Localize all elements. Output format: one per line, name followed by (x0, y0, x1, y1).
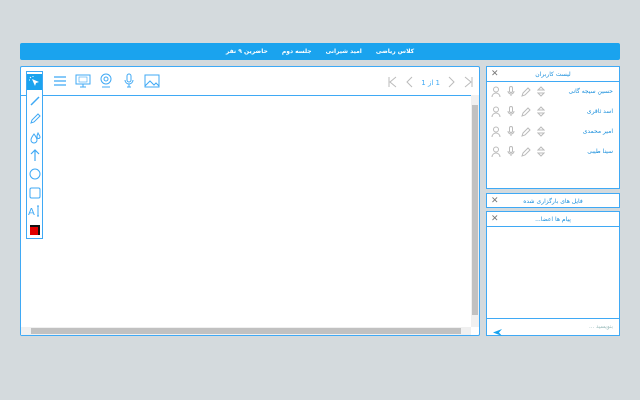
chat-panel-title: پیام ها اعضا... (535, 215, 571, 223)
prev-page-icon[interactable] (405, 73, 413, 92)
screen-share-icon[interactable] (74, 72, 91, 89)
pointer-tool-icon[interactable] (27, 74, 42, 91)
user-avatar-icon[interactable] (491, 146, 501, 157)
chat-panel-header: ✕ پیام ها اعضا... (487, 212, 619, 227)
pencil-tool-icon[interactable] (27, 111, 42, 127)
user-list: حسین سیجه گانی اسد ثاقری امیر محمدی سینا طی… (487, 82, 619, 162)
chat-input[interactable]: بنویسید ... (487, 318, 619, 336)
next-page-icon[interactable] (448, 73, 456, 92)
users-panel-header: ✕ لیست کاربران (487, 67, 619, 82)
pen-tool-icon[interactable] (27, 92, 42, 108)
user-name: امیر محمدی (582, 128, 613, 135)
circle-tool-icon[interactable] (27, 166, 42, 182)
user-pen-icon[interactable] (521, 86, 531, 97)
vertical-scroll-thumb[interactable] (472, 105, 478, 315)
text-tool-icon[interactable]: A (27, 203, 42, 219)
send-icon[interactable] (492, 322, 503, 341)
users-panel: ✕ لیست کاربران حسین سیجه گانی اسد ثاقری ام… (486, 66, 620, 189)
user-microphone-icon[interactable] (506, 126, 516, 137)
class-title: کلاس ریاضی (375, 48, 415, 55)
user-avatar-icon[interactable] (491, 106, 501, 117)
user-avatar-icon[interactable] (491, 86, 501, 97)
first-page-icon[interactable] (387, 73, 397, 92)
microphone-icon[interactable] (120, 72, 137, 89)
user-name: سینا طیبی (587, 148, 613, 155)
menu-icon[interactable] (51, 72, 68, 89)
attendance-count: حاضرین ۹ نفر (225, 48, 268, 55)
chat-messages (487, 227, 619, 319)
color-picker-icon[interactable] (27, 222, 42, 238)
user-move-icon[interactable] (536, 106, 546, 117)
vertical-scrollbar[interactable] (471, 95, 479, 327)
page-navigator: 1 از 1 (387, 73, 474, 92)
rectangle-tool-icon[interactable] (27, 185, 42, 201)
users-panel-title: لیست کاربران (535, 70, 571, 78)
user-microphone-icon[interactable] (506, 146, 516, 157)
webcam-icon[interactable] (97, 72, 114, 89)
drawing-tools: A (26, 71, 43, 239)
user-name: اسد ثاقری (586, 108, 613, 115)
board-toolbar: 1 از 1 (21, 67, 479, 96)
horizontal-scrollbar[interactable] (21, 327, 471, 335)
uploaded-files-panel: ✕ فایل های بارگزاری شده (486, 193, 620, 208)
user-avatar-icon[interactable] (491, 126, 501, 137)
close-icon[interactable]: ✕ (491, 196, 499, 206)
svg-text:A: A (28, 207, 35, 217)
user-row: اسد ثاقری (487, 102, 619, 122)
user-name: حسین سیجه گانی (568, 88, 613, 95)
class-info-bar: کلاس ریاضی امید شیرانی جلسه دوم حاضرین ۹… (20, 43, 620, 60)
user-move-icon[interactable] (536, 146, 546, 157)
fill-tool-icon[interactable] (27, 129, 42, 145)
last-page-icon[interactable] (464, 73, 474, 92)
user-pen-icon[interactable] (521, 106, 531, 117)
user-move-icon[interactable] (536, 86, 546, 97)
teacher-name: امید شیرانی (325, 48, 362, 55)
user-microphone-icon[interactable] (506, 86, 516, 97)
chat-input-placeholder: بنویسید ... (588, 324, 613, 330)
files-panel-header[interactable]: ✕ فایل های بارگزاری شده (487, 194, 619, 208)
user-microphone-icon[interactable] (506, 106, 516, 117)
user-pen-icon[interactable] (521, 126, 531, 137)
files-panel-title: فایل های بارگزاری شده (523, 197, 583, 205)
user-row: سینا طیبی (487, 142, 619, 162)
whiteboard-panel: 1 از 1 A (20, 66, 480, 336)
close-icon[interactable]: ✕ (491, 214, 499, 224)
user-pen-icon[interactable] (521, 146, 531, 157)
session-name: جلسه دوم (281, 48, 312, 55)
arrow-tool-icon[interactable] (27, 148, 42, 164)
chat-panel: ✕ پیام ها اعضا... بنویسید ... (486, 211, 620, 336)
user-move-icon[interactable] (536, 126, 546, 137)
image-icon[interactable] (143, 72, 160, 89)
horizontal-scroll-thumb[interactable] (31, 328, 461, 334)
page-indicator: 1 از 1 (421, 78, 440, 87)
user-row: حسین سیجه گانی (487, 82, 619, 102)
user-row: امیر محمدی (487, 122, 619, 142)
close-icon[interactable]: ✕ (491, 69, 499, 79)
